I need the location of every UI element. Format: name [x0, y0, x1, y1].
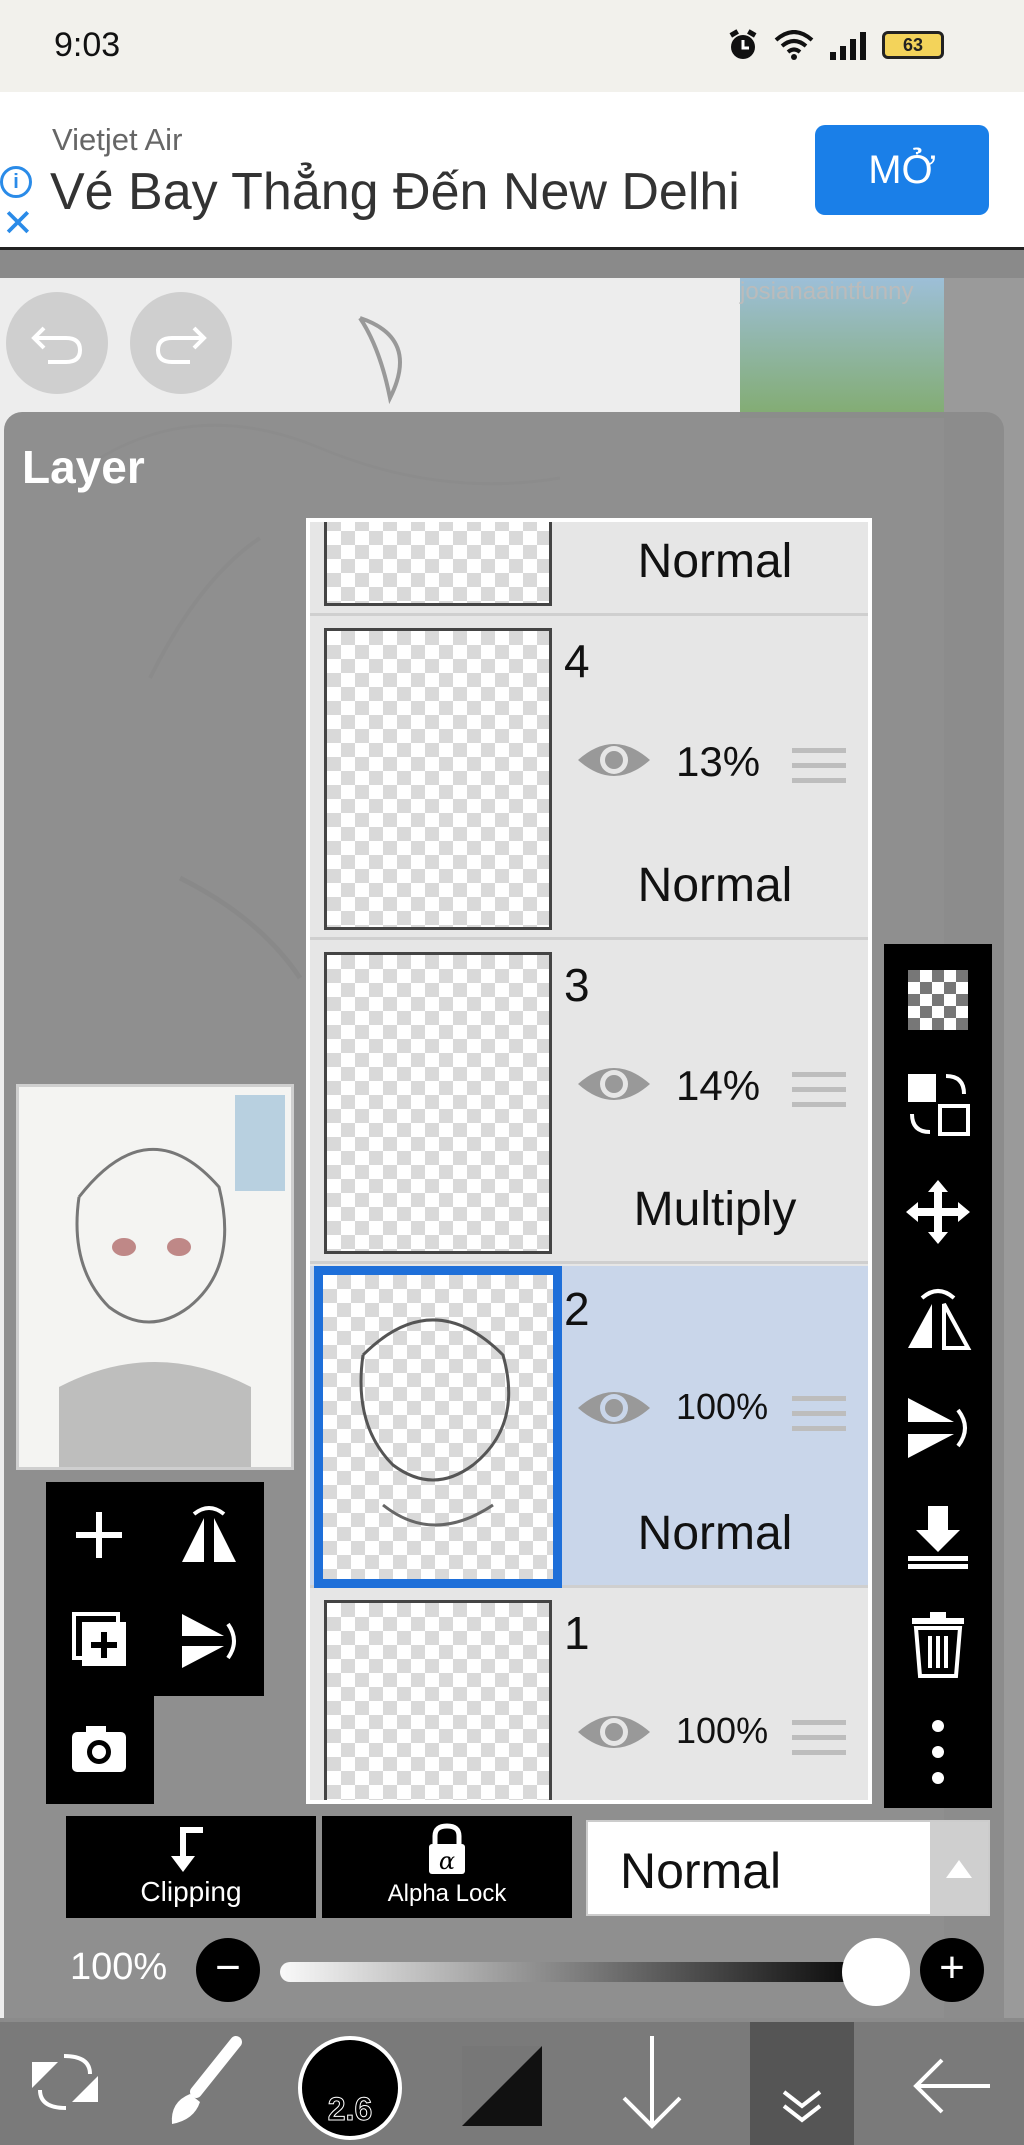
layer-opacity: 13% [676, 738, 761, 785]
swap-layer-icon[interactable] [902, 1068, 974, 1140]
canvas-preview [16, 1084, 294, 1470]
wifi-icon [774, 30, 814, 60]
merge-down-icon[interactable] [902, 1500, 974, 1572]
flip-layer-vertical-icon[interactable] [174, 1606, 244, 1676]
transparency-checker-icon[interactable] [902, 964, 974, 1036]
layer-opacity: 100% [676, 1710, 769, 1751]
transform-tool-icon[interactable] [20, 2022, 110, 2145]
alpha-lock-button[interactable]: α Alpha Lock [322, 1816, 572, 1918]
arrow-down-icon[interactable] [610, 2022, 694, 2145]
layer-thumbnail[interactable] [324, 952, 552, 1254]
ad-info-icon[interactable]: i [0, 166, 32, 198]
ad-open-button[interactable]: MỞ [815, 125, 989, 215]
layer-tools-left [46, 1482, 264, 1696]
layer-blend-mode: Multiply [633, 1183, 797, 1236]
layer-number: 1 [564, 1607, 590, 1659]
signal-icon [830, 32, 866, 60]
ad-brand: Vietjet Air [52, 122, 183, 157]
add-layer-icon[interactable] [64, 1500, 134, 1570]
artwork-thumbnail [59, 1095, 285, 1467]
dropdown-arrow-icon[interactable] [930, 1822, 988, 1914]
layer-number: 2 [564, 1283, 590, 1335]
layers-menu-button[interactable] [750, 2022, 854, 2145]
battery-indicator: 63 [882, 31, 944, 59]
clipping-label: Clipping [140, 1876, 242, 1907]
flip-layer-horizontal-icon[interactable] [174, 1500, 244, 1570]
opacity-decrease-button[interactable]: − [196, 1938, 260, 2002]
ad-close-icon[interactable]: ✕ [2, 204, 34, 244]
bottom-toolbar: 2.6 [0, 2022, 1024, 2145]
layer-thumbnail[interactable] [314, 1266, 562, 1588]
layer-row[interactable]: 4 13% Normal [310, 618, 868, 940]
alpha-lock-label: Alpha Lock [387, 1880, 507, 1907]
lock-icon: α [429, 1823, 465, 1875]
clipping-icon [171, 1827, 203, 1872]
brush-tool-icon[interactable] [160, 2022, 250, 2145]
layer-row[interactable]: 3 14% Multiply [310, 942, 868, 1264]
visibility-eye-icon[interactable] [576, 1060, 652, 1108]
back-arrow-icon[interactable] [906, 2022, 996, 2145]
redo-button[interactable] [130, 292, 232, 394]
visibility-eye-icon[interactable] [576, 736, 652, 784]
opacity-label: 100% [70, 1946, 168, 1988]
move-icon[interactable] [902, 1176, 974, 1248]
status-time: 9:03 [54, 26, 121, 64]
camera-icon[interactable] [64, 1714, 134, 1784]
alarm-icon [729, 29, 757, 59]
layer-opacity: 100% [676, 1386, 769, 1427]
undo-icon [31, 326, 83, 364]
clipping-button[interactable]: Clipping [66, 1816, 316, 1918]
drag-handle-icon[interactable] [792, 748, 846, 793]
blend-mode-select[interactable]: Normal [586, 1820, 990, 1916]
status-bar: 9:03 63 [0, 0, 1024, 92]
more-options-icon[interactable] [902, 1716, 974, 1788]
layer-sketch-thumbnail [359, 1318, 511, 1527]
layer-opacity: 14% [676, 1062, 761, 1109]
opacity-control: 100% − + [0, 1930, 1024, 2010]
visibility-eye-icon[interactable] [576, 1384, 652, 1432]
brush-size-button[interactable]: 2.6 [298, 2036, 402, 2140]
layer-thumbnail[interactable] [324, 522, 552, 606]
visibility-eye-icon[interactable] [576, 1708, 652, 1756]
duplicate-layer-icon[interactable] [64, 1606, 134, 1676]
flip-horizontal-icon[interactable] [902, 1284, 974, 1356]
layer-blend-mode: Normal [637, 535, 793, 588]
drag-handle-icon[interactable] [792, 1072, 846, 1117]
ad-banner[interactable]: i ✕ Vietjet Air Vé Bay Thẳng Đến New Del… [0, 92, 1024, 250]
layer-tools-right [884, 944, 992, 1808]
layer-list[interactable]: Normal 4 13% Normal 3 14% Multiply 2 100… [306, 518, 872, 1804]
layer-number: 3 [564, 959, 590, 1011]
layer-thumbnail[interactable] [324, 1600, 552, 1800]
brush-size-value: 2.6 [327, 2091, 373, 2128]
layer-row[interactable]: 1 100% [310, 1590, 868, 1800]
layer-tools-left-camera [46, 1696, 154, 1804]
opacity-slider-handle[interactable] [842, 1938, 910, 2006]
blend-mode-value: Normal [620, 1843, 782, 1899]
svg-text:α: α [439, 1847, 455, 1875]
layer-thumbnail[interactable] [324, 628, 552, 930]
opacity-increase-button[interactable]: + [920, 1938, 984, 2002]
layer-row[interactable]: Normal [310, 522, 868, 616]
panel-title: Layer [22, 441, 145, 493]
delete-layer-icon[interactable] [902, 1608, 974, 1680]
layer-blend-mode: Normal [637, 1507, 793, 1560]
color-swatch-icon[interactable] [460, 2022, 544, 2145]
flip-vertical-icon[interactable] [902, 1392, 974, 1464]
drag-handle-icon[interactable] [792, 1396, 846, 1441]
undo-button[interactable] [6, 292, 108, 394]
redo-icon [155, 326, 207, 364]
reference-watermark: josianaaintfunny [740, 278, 914, 305]
status-icons: 63 [726, 28, 944, 62]
drag-handle-icon[interactable] [792, 1720, 846, 1765]
opacity-slider-track[interactable] [280, 1962, 880, 1982]
layer-row-selected[interactable]: 2 100% Normal [310, 1266, 868, 1588]
layer-blend-mode: Normal [637, 859, 793, 912]
chevron-down-icon [782, 2090, 822, 2123]
layer-number: 4 [564, 635, 590, 687]
ad-headline[interactable]: Vé Bay Thẳng Đến New Delhi [50, 162, 740, 222]
